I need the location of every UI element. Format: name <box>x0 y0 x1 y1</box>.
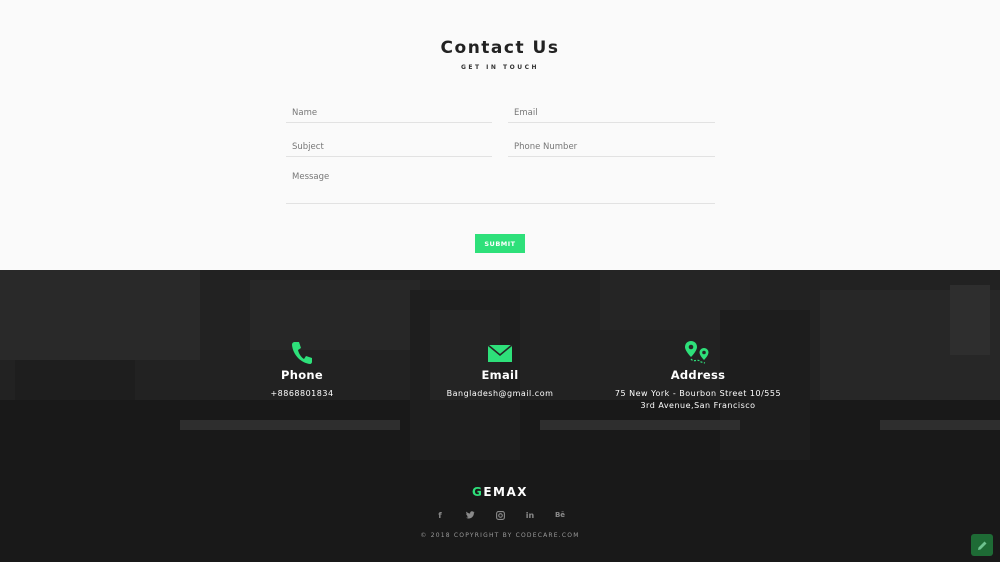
contact-section: Contact Us GET IN TOUCH SUBMIT <box>0 0 1000 270</box>
address-info: Address 75 New York - Bourbon Street 10/… <box>578 340 818 412</box>
email-field-wrapper <box>508 98 715 123</box>
twitter-icon[interactable] <box>463 509 477 521</box>
submit-button[interactable]: SUBMIT <box>475 234 525 253</box>
envelope-icon <box>487 344 513 362</box>
phone-icon <box>292 342 312 364</box>
contact-info-band: Phone +8868801834 Email Bangladesh@gmail… <box>0 270 1000 463</box>
contact-subtitle: GET IN TOUCH <box>460 64 540 71</box>
phone-number-input[interactable] <box>508 132 715 156</box>
social-links: f in Bē <box>433 509 567 521</box>
pencil-icon <box>977 541 986 550</box>
message-textarea[interactable] <box>286 166 715 203</box>
phone-field-wrapper <box>508 132 715 157</box>
name-input[interactable] <box>286 98 492 122</box>
email-input[interactable] <box>508 98 715 122</box>
address-line-2: 3rd Avenue,San Francisco <box>640 401 756 410</box>
contact-title: Contact Us <box>440 38 560 58</box>
behance-icon[interactable]: Bē <box>553 509 567 521</box>
gemax-logo[interactable]: GEMAX <box>0 485 1000 499</box>
message-field-wrapper <box>286 166 715 204</box>
logo-text: EMAX <box>483 485 529 499</box>
facebook-icon[interactable]: f <box>433 509 447 521</box>
copyright-text: © 2018 COPYRIGHT BY CODECARE.COM <box>420 532 580 539</box>
address-value: 75 New York - Bourbon Street 10/555 3rd … <box>578 388 818 412</box>
edit-pencil-button[interactable] <box>971 534 993 556</box>
name-field-wrapper <box>286 98 492 123</box>
instagram-icon[interactable] <box>493 509 507 521</box>
subject-input[interactable] <box>286 132 492 156</box>
subject-field-wrapper <box>286 132 492 157</box>
site-footer: GEMAX f in Bē © 2018 COPYRIGHT BY CODECA… <box>0 463 1000 562</box>
logo-accent-letter: G <box>471 485 484 499</box>
address-line-1: 75 New York - Bourbon Street 10/555 <box>614 389 782 398</box>
linkedin-icon[interactable]: in <box>523 509 537 521</box>
address-label: Address <box>670 368 726 382</box>
map-pin-icon <box>685 341 709 364</box>
